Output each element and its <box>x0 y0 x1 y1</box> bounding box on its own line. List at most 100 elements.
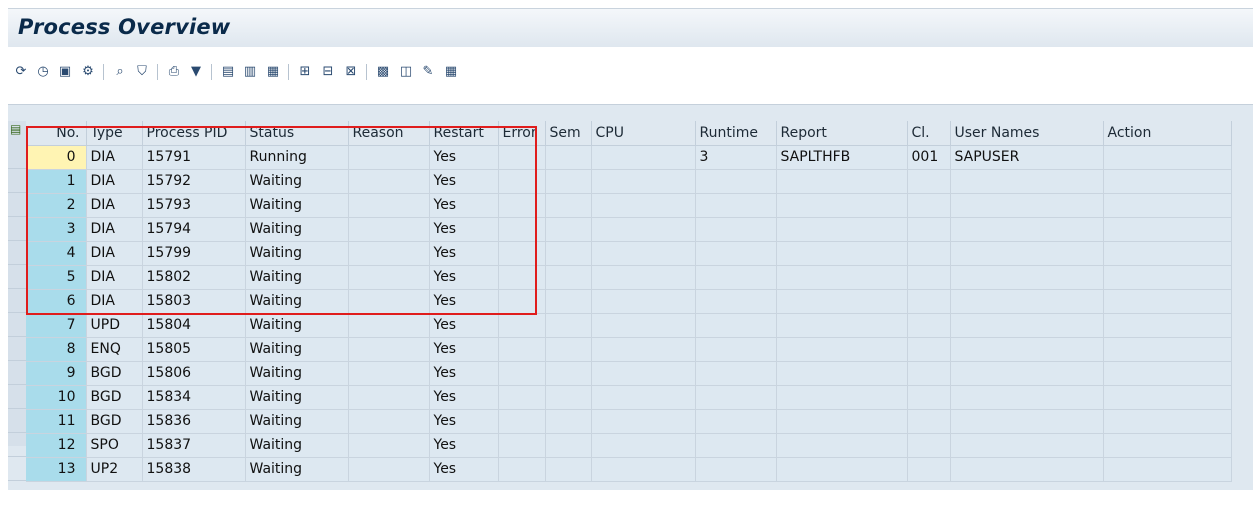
cell-type[interactable]: SPO <box>86 433 143 458</box>
cell-pid[interactable]: 15837 <box>142 433 246 458</box>
cell-error[interactable] <box>498 217 546 242</box>
table-row[interactable]: 10 BGD 15834 Waiting Yes <box>26 385 1232 410</box>
cell-restart[interactable]: Yes <box>429 241 499 266</box>
cell-reason[interactable] <box>348 361 430 386</box>
cell-sem[interactable] <box>545 265 592 290</box>
print-icon[interactable]: ⎙ <box>165 62 183 80</box>
cell-no[interactable]: 10 <box>26 385 87 410</box>
cell-report[interactable] <box>776 385 908 410</box>
layout-icon[interactable]: ⊞ <box>296 62 314 80</box>
cell-error[interactable] <box>498 433 546 458</box>
cell-sem[interactable] <box>545 457 592 482</box>
cell-restart[interactable]: Yes <box>429 337 499 362</box>
cell-reason[interactable] <box>348 241 430 266</box>
column-header[interactable]: Runtime <box>695 121 777 146</box>
cell-type[interactable]: DIA <box>86 169 143 194</box>
cell-no[interactable]: 0 <box>26 145 87 170</box>
cell-reason[interactable] <box>348 409 430 434</box>
info-icon[interactable]: ▩ <box>374 62 392 80</box>
cell-action[interactable] <box>1103 313 1232 338</box>
cell-error[interactable] <box>498 169 546 194</box>
cell-restart[interactable]: Yes <box>429 265 499 290</box>
row-selector[interactable] <box>8 145 26 169</box>
cell-status[interactable]: Waiting <box>245 457 349 482</box>
cell-cpu[interactable] <box>591 433 696 458</box>
cell-cpu[interactable] <box>591 361 696 386</box>
cell-status[interactable]: Waiting <box>245 241 349 266</box>
cell-status[interactable]: Running <box>245 145 349 170</box>
cell-report[interactable] <box>776 265 908 290</box>
cell-no[interactable]: 7 <box>26 313 87 338</box>
row-selector[interactable] <box>8 313 26 337</box>
cell-report[interactable] <box>776 217 908 242</box>
table-row[interactable]: 11 BGD 15836 Waiting Yes <box>26 409 1232 434</box>
cell-cpu[interactable] <box>591 145 696 170</box>
cell-runtime[interactable] <box>695 193 777 218</box>
cell-restart[interactable]: Yes <box>429 385 499 410</box>
row-selector[interactable] <box>8 241 26 265</box>
cell-status[interactable]: Waiting <box>245 265 349 290</box>
cell-sem[interactable] <box>545 313 592 338</box>
cell-report[interactable]: SAPLTHFB <box>776 145 908 170</box>
cell-action[interactable] <box>1103 361 1232 386</box>
column-header[interactable]: Reason <box>348 121 430 146</box>
cell-error[interactable] <box>498 361 546 386</box>
cell-runtime[interactable] <box>695 217 777 242</box>
cell-user[interactable] <box>950 361 1104 386</box>
export3-icon[interactable]: ▦ <box>264 62 282 80</box>
cell-runtime[interactable]: 3 <box>695 145 777 170</box>
cell-runtime[interactable] <box>695 265 777 290</box>
cell-sem[interactable] <box>545 361 592 386</box>
cell-error[interactable] <box>498 145 546 170</box>
row-selector[interactable] <box>8 409 26 433</box>
cell-no[interactable]: 11 <box>26 409 87 434</box>
clock-icon[interactable]: ◷ <box>34 62 52 80</box>
cell-reason[interactable] <box>348 217 430 242</box>
table-row[interactable]: 8 ENQ 15805 Waiting Yes <box>26 337 1232 362</box>
calculator-icon[interactable]: ▦ <box>442 62 460 80</box>
cell-cpu[interactable] <box>591 337 696 362</box>
cell-user[interactable]: SAPUSER <box>950 145 1104 170</box>
table-row[interactable]: 0 DIA 15791 Running Yes 3 SAPLTHFB 001 SAPUSER <box>26 145 1232 170</box>
cell-cl[interactable] <box>907 265 951 290</box>
column-header[interactable]: Status <box>245 121 349 146</box>
cell-cpu[interactable] <box>591 313 696 338</box>
cell-status[interactable]: Waiting <box>245 217 349 242</box>
cell-runtime[interactable] <box>695 409 777 434</box>
cell-user[interactable] <box>950 433 1104 458</box>
cell-sem[interactable] <box>545 217 592 242</box>
cell-report[interactable] <box>776 241 908 266</box>
cell-user[interactable] <box>950 385 1104 410</box>
cell-report[interactable] <box>776 193 908 218</box>
cell-no[interactable]: 5 <box>26 265 87 290</box>
table-row[interactable]: 5 DIA 15802 Waiting Yes <box>26 265 1232 290</box>
cell-runtime[interactable] <box>695 457 777 482</box>
column-header[interactable]: Cl. <box>907 121 951 146</box>
cell-type[interactable]: DIA <box>86 241 143 266</box>
cell-no[interactable]: 1 <box>26 169 87 194</box>
cell-no[interactable]: 4 <box>26 241 87 266</box>
cell-runtime[interactable] <box>695 337 777 362</box>
cell-type[interactable]: BGD <box>86 361 143 386</box>
cell-no[interactable]: 2 <box>26 193 87 218</box>
cell-reason[interactable] <box>348 169 430 194</box>
cell-status[interactable]: Waiting <box>245 409 349 434</box>
cell-type[interactable]: ENQ <box>86 337 143 362</box>
cell-cl[interactable] <box>907 361 951 386</box>
cell-reason[interactable] <box>348 289 430 314</box>
cell-status[interactable]: Waiting <box>245 193 349 218</box>
column-header[interactable]: Error <box>498 121 546 146</box>
cell-sem[interactable] <box>545 385 592 410</box>
export2-icon[interactable]: ▥ <box>241 62 259 80</box>
cell-restart[interactable]: Yes <box>429 217 499 242</box>
column-header[interactable]: Type <box>86 121 143 146</box>
column-header[interactable]: Action <box>1103 121 1232 146</box>
cell-error[interactable] <box>498 289 546 314</box>
cell-cpu[interactable] <box>591 169 696 194</box>
table-row[interactable]: 12 SPO 15837 Waiting Yes <box>26 433 1232 458</box>
cell-reason[interactable] <box>348 265 430 290</box>
cell-type[interactable]: BGD <box>86 385 143 410</box>
cell-cl[interactable] <box>907 193 951 218</box>
cell-action[interactable] <box>1103 385 1232 410</box>
cell-cpu[interactable] <box>591 193 696 218</box>
